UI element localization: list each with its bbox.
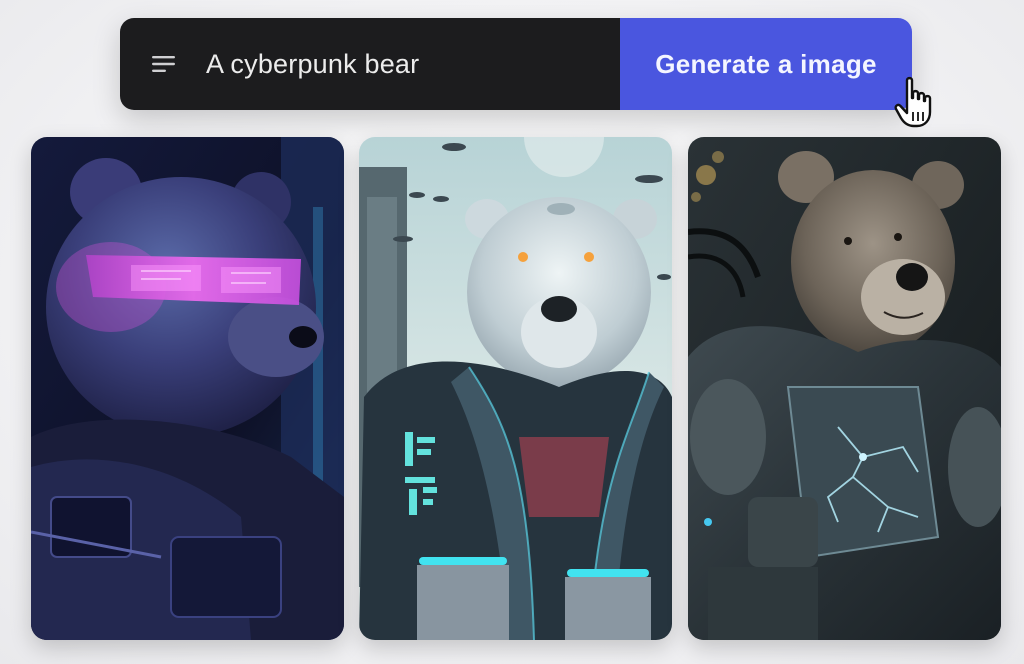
prompt-text: A cyberpunk bear bbox=[206, 48, 420, 79]
page-background: A cyberpunk bear Generate a image bbox=[0, 0, 1024, 664]
result-image-3[interactable] bbox=[688, 137, 1001, 640]
hand-pointer-icon bbox=[893, 76, 939, 130]
armored-brown-bear-image bbox=[688, 137, 1001, 640]
polar-bear-in-jacket-image bbox=[359, 137, 672, 640]
prompt-input[interactable]: A cyberpunk bear bbox=[120, 18, 620, 110]
bear-with-pink-visor-image bbox=[31, 137, 344, 640]
generate-image-button[interactable]: Generate a image bbox=[620, 18, 912, 110]
menu-lines-icon[interactable] bbox=[152, 55, 176, 73]
prompt-bar: A cyberpunk bear Generate a image bbox=[120, 18, 912, 110]
result-image-2[interactable] bbox=[359, 137, 672, 640]
result-image-1[interactable] bbox=[31, 137, 344, 640]
